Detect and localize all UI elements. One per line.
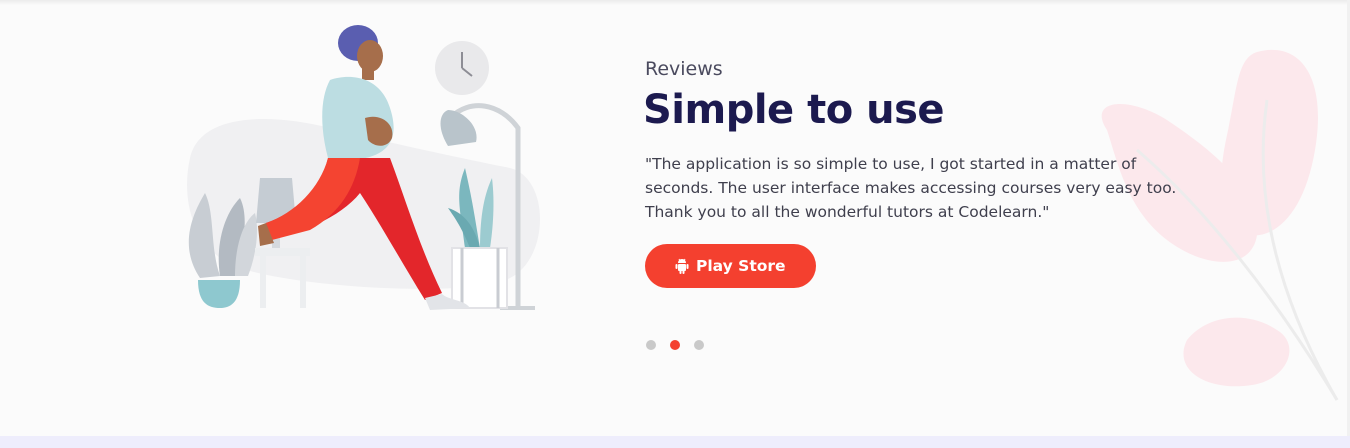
android-icon bbox=[675, 258, 689, 274]
carousel-dot[interactable] bbox=[646, 340, 656, 350]
testimonial-panel: Reviews Simple to use "The application i… bbox=[643, 56, 1205, 288]
woman-exercising-illustration bbox=[187, 25, 540, 310]
play-store-button[interactable]: Play Store bbox=[645, 244, 816, 288]
next-section-band bbox=[0, 436, 1350, 448]
carousel-dot[interactable] bbox=[694, 340, 704, 350]
play-store-label: Play Store bbox=[696, 257, 786, 275]
section-eyebrow: Reviews bbox=[645, 58, 723, 80]
header-shadow bbox=[0, 0, 1350, 5]
testimonial-title: Simple to use bbox=[643, 87, 945, 133]
carousel-dots bbox=[646, 340, 704, 350]
testimonial-quote: "The application is so simple to use, I … bbox=[645, 155, 1177, 221]
carousel-dot[interactable] bbox=[670, 340, 680, 350]
